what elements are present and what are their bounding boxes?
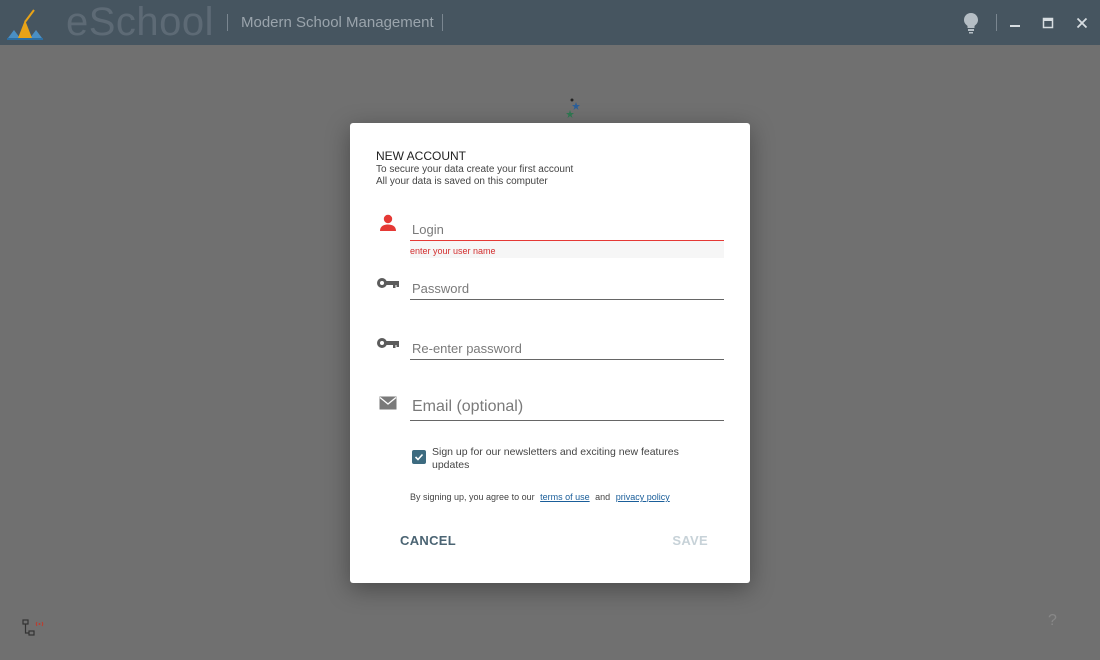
dialog-description: To secure your data create your first ac…	[376, 164, 574, 175]
agreement-text: By signing up, you agree to our terms of…	[410, 492, 673, 502]
title-separator	[996, 14, 997, 31]
app-brand: eSchool	[66, 0, 215, 44]
loading-stars-icon	[566, 98, 580, 118]
app-subtitle: Modern School Management	[241, 14, 434, 31]
close-icon[interactable]	[1068, 0, 1096, 45]
key-icon	[376, 272, 400, 294]
password-input[interactable]	[410, 277, 724, 299]
new-account-dialog: NEW ACCOUNT To secure your data create y…	[350, 123, 750, 583]
title-bar: eSchool Modern School Management	[0, 0, 1100, 45]
email-underline	[410, 420, 724, 421]
checkmark-icon	[414, 453, 424, 461]
minimize-icon[interactable]	[1001, 0, 1029, 45]
help-icon[interactable]: ?	[1048, 612, 1057, 630]
save-button[interactable]: SAVE	[672, 533, 708, 548]
email-field[interactable]	[410, 394, 724, 421]
dialog-title: NEW ACCOUNT	[376, 149, 466, 163]
login-underline	[410, 240, 724, 241]
lightbulb-icon[interactable]	[957, 0, 985, 45]
newsletter-checkbox[interactable]	[412, 450, 426, 464]
key-icon	[376, 332, 400, 354]
title-separator	[227, 14, 228, 31]
maximize-icon[interactable]	[1034, 0, 1062, 45]
title-separator	[442, 14, 443, 31]
login-field[interactable]	[410, 218, 724, 241]
email-input[interactable]	[410, 394, 724, 420]
newsletter-label[interactable]: Sign up for our newsletters and exciting…	[432, 446, 702, 472]
agreement-and: and	[595, 492, 611, 502]
password-field[interactable]	[410, 277, 724, 300]
cancel-button[interactable]: CANCEL	[400, 533, 456, 548]
app-logo-icon	[7, 9, 43, 40]
person-icon	[376, 212, 400, 234]
repassword-field[interactable]	[410, 337, 724, 360]
dialog-description: All your data is saved on this computer	[376, 176, 548, 187]
agreement-prefix: By signing up, you agree to our	[410, 492, 535, 502]
mail-icon	[376, 392, 400, 414]
password-underline	[410, 299, 724, 300]
terms-of-use-link[interactable]: terms of use	[540, 492, 590, 502]
repassword-underline	[410, 359, 724, 360]
privacy-policy-link[interactable]: privacy policy	[616, 492, 670, 502]
network-status-icon[interactable]	[22, 618, 44, 638]
login-error-text: enter your user name	[410, 246, 496, 256]
repassword-input[interactable]	[410, 337, 724, 359]
login-input[interactable]	[410, 218, 724, 240]
